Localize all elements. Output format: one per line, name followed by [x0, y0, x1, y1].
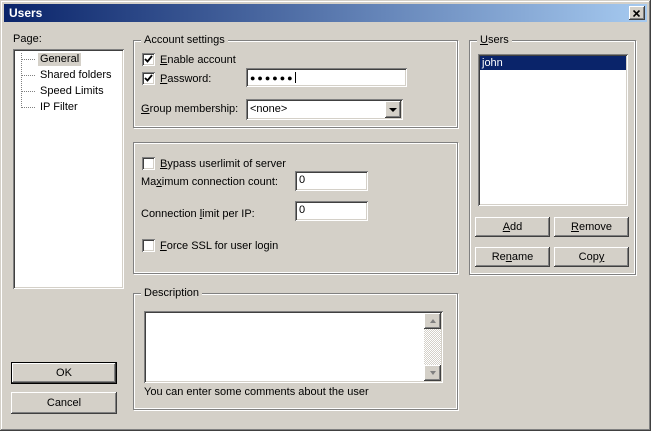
connection-per-ip-input[interactable]: 0 — [295, 201, 368, 221]
add-button[interactable]: Add — [475, 217, 550, 237]
password-input[interactable]: ●●●●●● — [246, 68, 407, 87]
arrow-up-icon — [430, 319, 436, 323]
close-icon — [633, 10, 641, 17]
description-group: Description You can enter some comments … — [133, 293, 458, 410]
tree-item-label: Speed Limits — [38, 85, 106, 98]
check-icon — [144, 55, 153, 64]
account-settings-group: Account settings Enable account Password… — [133, 40, 458, 128]
group-membership-select[interactable]: <none> — [246, 99, 403, 120]
tree-item-label: Shared folders — [38, 69, 114, 82]
description-scrollbar[interactable] — [424, 313, 441, 381]
force-ssl-label: Force SSL for user login — [160, 240, 278, 252]
ok-button[interactable]: OK — [11, 362, 117, 384]
enable-account-label: Enable account — [160, 54, 236, 66]
users-legend: Users — [477, 34, 512, 46]
copy-button[interactable]: Copy — [554, 247, 629, 267]
password-checkbox[interactable] — [142, 72, 155, 85]
tree-item-label: General — [38, 53, 81, 66]
description-textarea[interactable] — [144, 311, 443, 383]
tree-connector — [21, 91, 35, 92]
tree-item-ip-filter[interactable]: IP Filter — [13, 99, 124, 115]
remove-button[interactable]: Remove — [554, 217, 629, 237]
users-dialog: Users Page: General Shared folders Speed L… — [0, 0, 651, 431]
scroll-up-button[interactable] — [424, 313, 441, 329]
bypass-userlimit-checkbox[interactable] — [142, 157, 155, 170]
account-settings-legend: Account settings — [141, 34, 228, 46]
users-group: Users john Add Remove Rename Copy — [469, 40, 636, 275]
check-icon — [144, 74, 153, 83]
tree-connector — [21, 107, 35, 108]
description-legend: Description — [141, 287, 202, 299]
tree-connector — [21, 59, 35, 60]
users-list: john — [480, 56, 626, 204]
page-label: Page: — [13, 33, 42, 45]
scroll-down-button[interactable] — [424, 365, 441, 381]
users-listbox[interactable]: john — [478, 54, 628, 206]
limits-group: Bypass userlimit of server Maximum conne… — [133, 142, 458, 274]
force-ssl-checkbox[interactable] — [142, 239, 155, 252]
arrow-down-icon — [430, 371, 436, 375]
page-tree[interactable]: General Shared folders Speed Limits IP Filt… — [13, 49, 124, 289]
enable-account-checkbox[interactable] — [142, 53, 155, 66]
close-button[interactable] — [629, 6, 645, 20]
title-bar: Users — [4, 4, 647, 22]
user-list-item[interactable]: john — [480, 56, 626, 70]
password-label: Password: — [160, 73, 211, 85]
bypass-userlimit-label: Bypass userlimit of server — [160, 158, 286, 170]
dropdown-button[interactable] — [385, 101, 401, 118]
tree-item-general[interactable]: General — [13, 51, 124, 67]
connection-per-ip-label: Connection limit per IP: — [141, 208, 255, 220]
tree-item-speed-limits[interactable]: Speed Limits — [13, 83, 124, 99]
connection-per-ip-value: 0 — [299, 204, 305, 216]
cancel-button[interactable]: Cancel — [11, 392, 117, 414]
tree-connector — [21, 75, 35, 76]
password-value: ●●●●●● — [250, 71, 296, 83]
window-title: Users — [9, 4, 42, 22]
max-connection-input[interactable]: 0 — [295, 171, 368, 191]
max-connection-value: 0 — [299, 174, 305, 186]
group-membership-label: Group membership: — [141, 103, 238, 115]
tree-item-shared-folders[interactable]: Shared folders — [13, 67, 124, 83]
chevron-down-icon — [389, 108, 397, 112]
description-hint: You can enter some comments about the us… — [144, 386, 369, 398]
tree-item-label: IP Filter — [38, 101, 80, 114]
max-connection-label: Maximum connection count: — [141, 176, 278, 188]
rename-button[interactable]: Rename — [475, 247, 550, 267]
group-membership-value: <none> — [250, 103, 287, 115]
